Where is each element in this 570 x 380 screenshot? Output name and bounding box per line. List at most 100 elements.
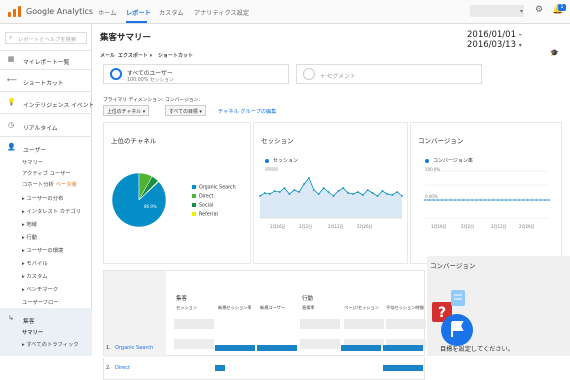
audience-summary-link[interactable]: サマリー [22, 158, 43, 166]
conversions-point [484, 199, 486, 201]
channels-panel: 上位のチャネル 86.9% Organic Search Direct Soci… [103, 122, 251, 264]
audience-sub-technology[interactable]: ▸ ユーザーの環境 [22, 246, 63, 254]
sidebar-item-my-reports[interactable]: ▦ マイレポート一覧 [0, 53, 92, 67]
analytics-logo-icon[interactable] [8, 6, 22, 17]
conversions-point [424, 199, 426, 201]
sessions-panel: セッション セッション 1月16日 2月2日 2月12日 2月26日 [253, 122, 408, 264]
chevron-down-icon: ▾ [518, 42, 522, 49]
shortcut-button[interactable]: ショートカット [158, 52, 193, 59]
conversions-point [543, 199, 546, 201]
sessions-point [352, 193, 354, 195]
active-users-link[interactable]: アクティブ ユーザー [22, 169, 71, 177]
brand-title[interactable]: Google Analytics [26, 7, 93, 16]
legend-organic: Organic Search [192, 185, 236, 191]
acquisition-summary-link[interactable]: サマリー [22, 328, 43, 336]
sessions-point [268, 193, 271, 195]
svg-text:?: ? [438, 305, 446, 321]
sidebar-item-audience[interactable]: 👤 ユーザー [0, 141, 92, 155]
conversions-point [462, 199, 465, 201]
conversion-side-panel: コンバージョン ? 目標を設定してください。 [427, 256, 570, 356]
add-segment-button[interactable]: + セグメント [296, 64, 482, 84]
audience-sub-behavior[interactable]: ▸ 行動 [22, 233, 37, 241]
conversions-point [441, 199, 443, 201]
top-bar: Google Analytics ホーム レポート カスタム アナリティクス設定… [0, 0, 570, 24]
conversions-point [454, 199, 456, 201]
segment-ring-empty-icon [303, 68, 315, 80]
audience-sub-custom[interactable]: ▸ カスタム [22, 272, 48, 280]
sidebar-item-acquisition[interactable]: ↳ 集客 [0, 312, 92, 326]
audience-sub-interests[interactable]: ▸ インタレスト カテゴリ [22, 207, 81, 215]
col-sessions[interactable]: セッション [176, 305, 197, 311]
shortcut-arrow-icon: ⟵ [7, 76, 18, 84]
sidebar-search-input[interactable]: ⌕ レポートとヘルプを検索 [5, 32, 87, 44]
conversions-point [535, 199, 537, 201]
col-avg-session-duration[interactable]: 平均セッション時間 [386, 305, 424, 311]
conversions-point [518, 199, 520, 201]
sessions-point [327, 191, 330, 193]
email-button[interactable]: メール [100, 52, 115, 59]
conversions-point [449, 199, 452, 201]
notification-badge: 1 [558, 4, 566, 11]
audience-sub-demographics[interactable]: ▸ ユーザーの分布 [22, 194, 63, 202]
sessions-point [381, 190, 384, 192]
audience-sub-geo[interactable]: ▸ 地域 [22, 220, 37, 228]
acquisition-icon: ↳ [8, 314, 14, 322]
conversions-point [475, 199, 478, 201]
conversions-point [513, 199, 516, 201]
sidebar-item-intelligence[interactable]: 💡 インテリジェンス イベント [0, 96, 94, 110]
row-direct-link[interactable]: Direct [115, 365, 130, 371]
graduation-cap-icon[interactable]: 🎓 [550, 49, 559, 57]
col-bounce-rate[interactable]: 直帰率 [302, 305, 315, 311]
conversion-select[interactable]: すべての目標 ▾ [165, 105, 206, 116]
conversions-point [488, 199, 490, 201]
col-new-users[interactable]: 新規ユーザー [260, 305, 285, 311]
all-traffic-link[interactable]: ▸ すべてのトラフィック [22, 340, 79, 348]
nav-custom[interactable]: カスタム [159, 8, 184, 17]
channel-table-row-2: 2. Direct [103, 358, 425, 380]
conversions-point [531, 199, 533, 201]
sidebar-item-shortcuts[interactable]: ⟵ ショートカット [0, 74, 92, 88]
audience-sub-mobile[interactable]: ▸ モバイル [22, 259, 48, 267]
primary-dimension-label: プライマリ ディメンション: [103, 98, 164, 103]
chevron-down-icon[interactable]: ▾ [520, 8, 523, 15]
sessions-point [312, 189, 315, 191]
nav-reports[interactable]: レポート [126, 8, 151, 17]
row-organic-search-link[interactable]: Organic Search [115, 345, 153, 351]
group-acquisition: 集客 [176, 296, 188, 302]
beta-badge: ベータ版 [55, 182, 77, 188]
col-new-session-rate[interactable]: 新規セッション率 [218, 305, 252, 311]
nav-home[interactable]: ホーム [98, 8, 116, 17]
sessions-point [342, 187, 345, 189]
date-range-picker[interactable]: 2016/01/01 - 2016/03/13 ▾ [467, 30, 570, 50]
sessions-point [376, 195, 379, 197]
sessions-point [308, 177, 310, 179]
sessions-point [288, 193, 291, 195]
sessions-point [259, 195, 261, 197]
segment-ring-icon [110, 68, 122, 80]
nav-admin[interactable]: アナリティクス設定 [194, 8, 249, 17]
conversions-line-chart [424, 170, 550, 219]
edit-channel-group-link[interactable]: チャネル グループの編集 [218, 108, 276, 115]
channel-pie-chart: 86.9% [111, 172, 167, 228]
legend-referral: Referral [192, 212, 218, 218]
export-button[interactable]: エクスポート ▾ [118, 52, 152, 59]
sidebar-item-realtime[interactable]: ◷ リアルタイム [0, 119, 92, 133]
set-goal-message[interactable]: 目標を設定してください。 [440, 344, 514, 353]
user-flow-link[interactable]: ユーザーフロー [22, 298, 59, 306]
sessions-point [303, 183, 305, 185]
sessions-point [278, 191, 281, 193]
primary-dimension-select[interactable]: 上位のチャネル ▾ [103, 105, 150, 116]
conversions-point [479, 199, 482, 201]
segment-all-users[interactable]: すべてのユーザー 100.00% セッション [103, 64, 289, 84]
sessions-point [337, 190, 340, 192]
account-selector[interactable] [470, 5, 524, 17]
gear-icon[interactable]: ⚙ [535, 6, 543, 15]
sessions-point [371, 192, 374, 194]
col-pages-per-session[interactable]: ページ/セッション [344, 305, 379, 311]
conversions-point [496, 199, 499, 201]
cohort-link[interactable]: コホート分析 ベータ版 [22, 180, 77, 188]
sessions-point [347, 192, 350, 194]
sessions-point [263, 192, 266, 194]
conversions-point [466, 199, 469, 201]
audience-sub-benchmark[interactable]: ▸ ベンチマーク [22, 285, 58, 293]
